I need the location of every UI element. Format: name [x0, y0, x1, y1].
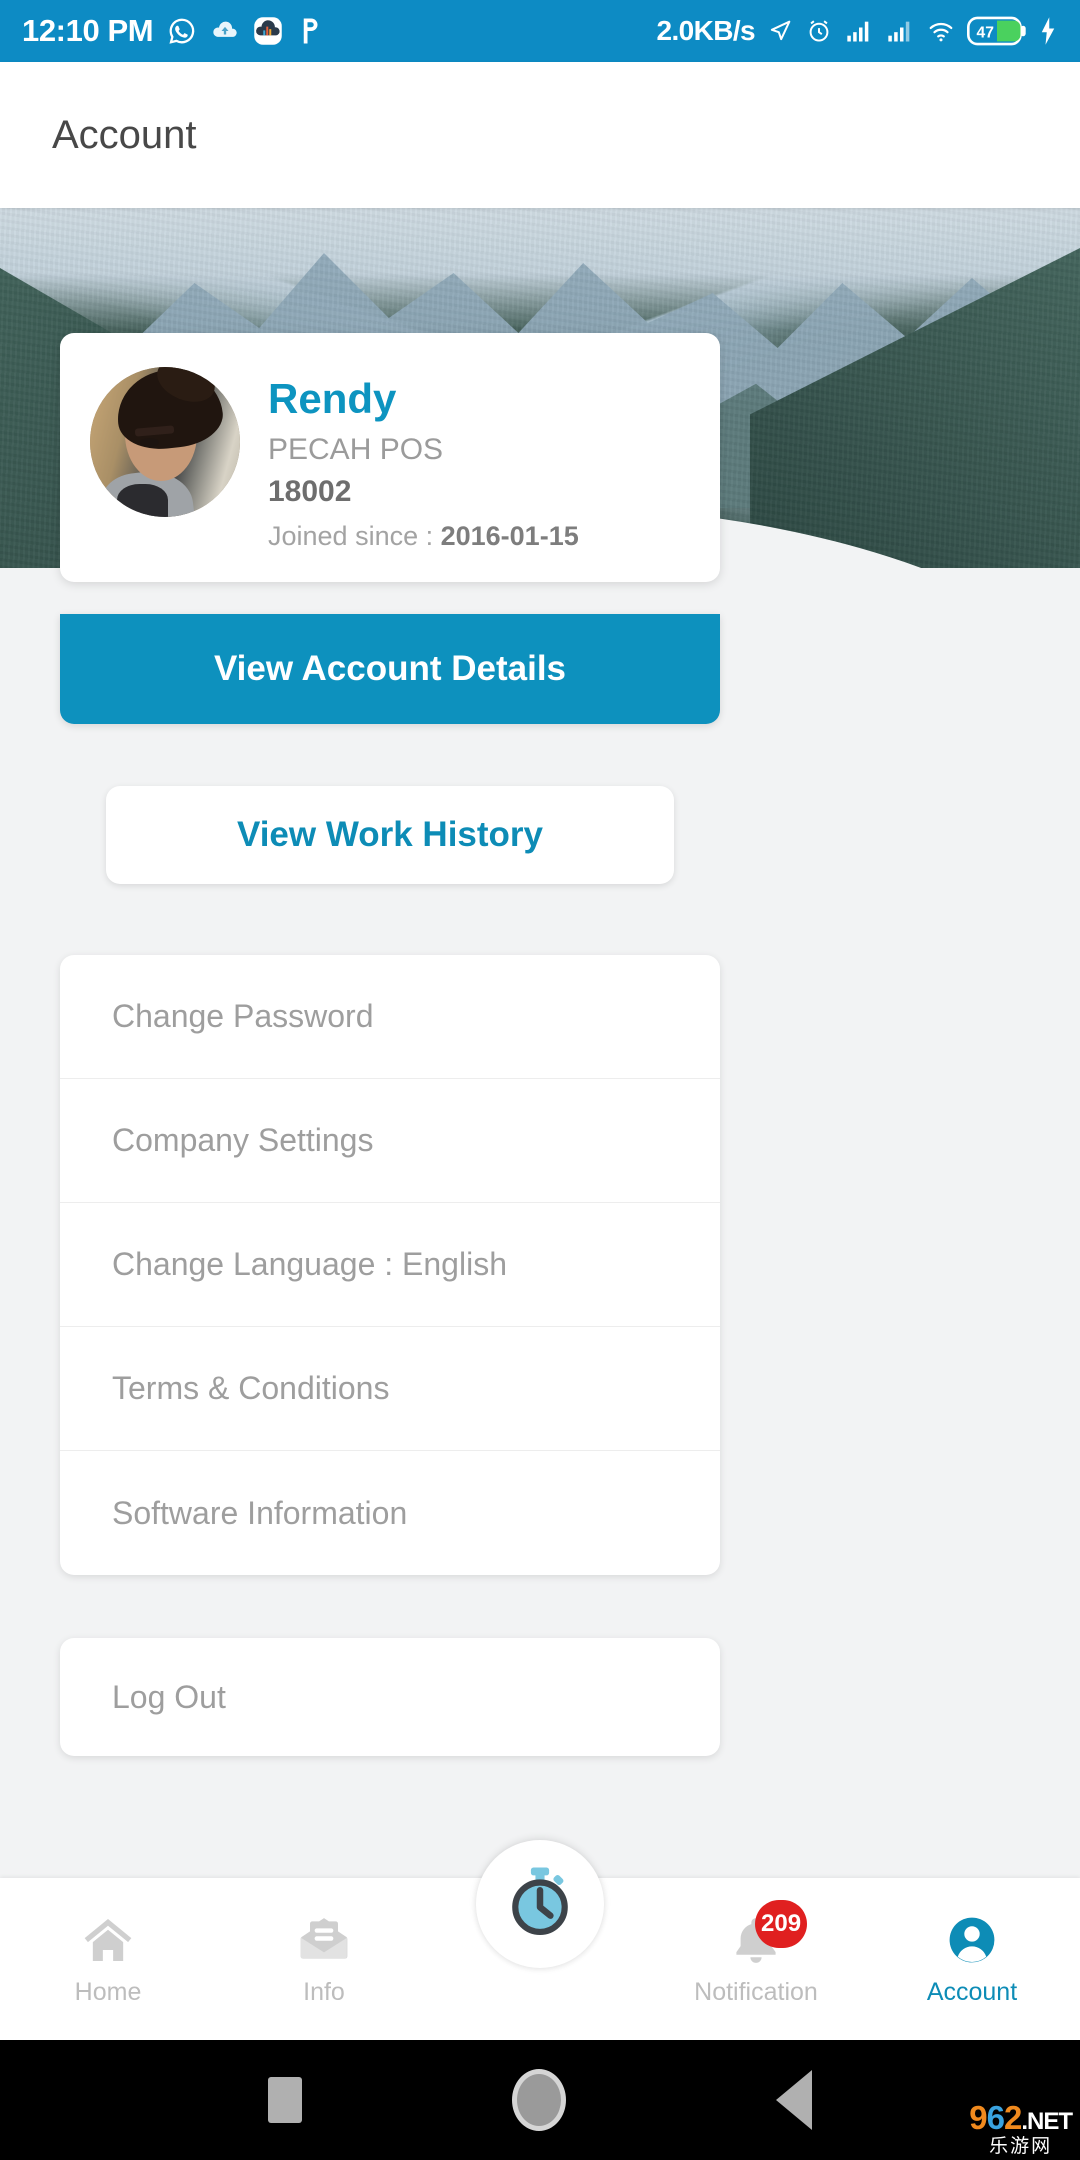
page-title: Account: [52, 112, 197, 157]
status-bar-right: 2.0KB/s 47: [656, 15, 1058, 47]
profile-info: Rendy PECAH POS 18002 Joined since : 201…: [268, 367, 579, 552]
watermark: 962.NET 乐游网: [969, 2099, 1073, 2157]
nav-item-home[interactable]: Home: [0, 1878, 216, 2040]
battery-icon: 47: [967, 16, 1027, 46]
stopwatch-fab-button[interactable]: [476, 1840, 604, 1968]
watermark-digit-2: 2: [1003, 2099, 1022, 2136]
status-bar-clock: 12:10 PM: [22, 13, 154, 48]
watermark-digit-6: 6: [986, 2099, 1005, 2136]
bell-icon: 209: [725, 1899, 808, 1968]
nav-item-notification[interactable]: 209 Notification: [648, 1878, 864, 2040]
view-account-details-button[interactable]: View Account Details: [60, 614, 720, 724]
back-triangle-icon[interactable]: [776, 2070, 812, 2130]
watermark-subtitle: 乐游网: [989, 2136, 1053, 2157]
signal-bars-icon: [844, 17, 874, 45]
wifi-icon: [926, 17, 956, 45]
profile-employee-id: 18002: [268, 475, 352, 509]
mail-info-icon: [293, 1912, 355, 1968]
recents-square-icon[interactable]: [268, 2077, 302, 2123]
profile-joined-row: Joined since : 2016-01-15: [268, 521, 579, 552]
nav-label-info: Info: [303, 1977, 345, 2006]
person-icon: [941, 1912, 1003, 1968]
joined-date: 2016-01-15: [440, 521, 579, 552]
status-bar-left: 12:10 PM: [22, 13, 323, 49]
avatar: [90, 367, 240, 517]
cloud-icon: [211, 17, 239, 45]
nav-item-account[interactable]: Account: [864, 1878, 1080, 2040]
network-speed-text: 2.0KB/s: [656, 15, 755, 46]
menu-item-change-language[interactable]: Change Language : English: [60, 1203, 720, 1327]
joined-label: Joined since :: [268, 521, 441, 552]
nav-item-info[interactable]: Info: [216, 1878, 432, 2040]
cloud-app-icon: [253, 16, 283, 46]
svg-text:47: 47: [977, 25, 995, 42]
menu-item-change-password[interactable]: Change Password: [60, 955, 720, 1079]
profile-company: PECAH POS: [268, 433, 444, 467]
watermark-suffix: .NET: [1021, 2108, 1073, 2135]
home-circle-icon[interactable]: [512, 2069, 566, 2131]
profile-name: Rendy: [268, 375, 397, 422]
location-arrow-icon: [766, 17, 794, 45]
settings-menu-card: Change Password Company Settings Change …: [60, 955, 720, 1575]
android-navigation-bar: 962.NET 乐游网: [0, 2040, 1080, 2160]
menu-item-company-settings[interactable]: Company Settings: [60, 1079, 720, 1203]
phone-screen: 12:10 PM 2.0KB/s 47 Account Rendy PECAH …: [0, 0, 1080, 2160]
app-bar: Account: [0, 62, 1080, 208]
nav-label-notification: Notification: [694, 1977, 818, 2006]
nav-label-home: Home: [74, 1977, 142, 2006]
menu-item-software-information[interactable]: Software Information: [60, 1451, 720, 1575]
menu-item-terms-conditions[interactable]: Terms & Conditions: [60, 1327, 720, 1451]
charging-bolt-icon: [1038, 16, 1058, 46]
avatar-shirt: [117, 484, 168, 517]
status-bar: 12:10 PM 2.0KB/s 47: [0, 0, 1080, 62]
watermark-digit-9: 9: [969, 2099, 987, 2136]
stopwatch-icon: [501, 1863, 579, 1946]
p-app-icon: [297, 16, 323, 46]
avatar-eye: [139, 437, 159, 447]
profile-card: Rendy PECAH POS 18002 Joined since : 201…: [60, 333, 720, 583]
view-work-history-button[interactable]: View Work History: [106, 786, 674, 884]
whatsapp-icon: [167, 16, 197, 46]
signal-bars-2-icon: [885, 17, 915, 45]
nav-label-account: Account: [926, 1977, 1018, 2006]
watermark-text: 962.NET: [969, 2099, 1073, 2136]
log-out-button[interactable]: Log Out: [60, 1638, 720, 1756]
alarm-icon: [805, 17, 833, 45]
notification-badge: 209: [755, 1899, 808, 1948]
home-icon: [77, 1912, 139, 1968]
